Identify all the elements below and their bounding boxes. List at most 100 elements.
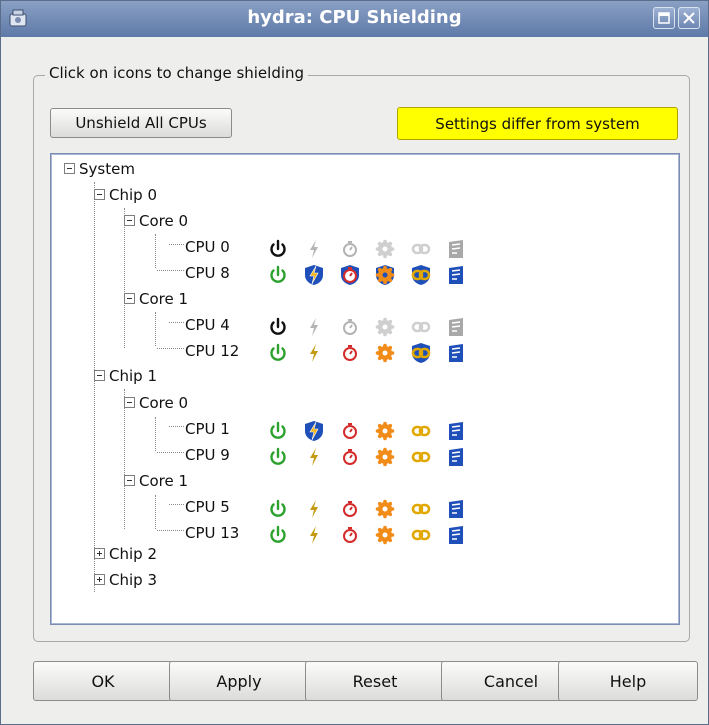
tree-connector — [157, 348, 184, 349]
help-button[interactable]: Help — [558, 661, 698, 701]
process-icon[interactable] — [374, 420, 396, 442]
unshield-all-cpus-button[interactable]: Unshield All CPUs — [50, 108, 232, 138]
local-timer-icon[interactable] — [445, 498, 467, 520]
system-expander[interactable] — [64, 163, 75, 174]
close-button[interactable] — [678, 7, 700, 29]
tree-node-chip-0-core-0[interactable]: Core 0 — [139, 210, 188, 232]
chip-1-core-0-expander[interactable] — [124, 397, 135, 408]
tree-node-chip-1[interactable]: Chip 1 — [109, 365, 157, 387]
tree-node-cpu-4[interactable]: CPU 4 — [185, 314, 230, 336]
timer-icon[interactable] — [339, 342, 361, 364]
tree-node-chip-0-core-1[interactable]: Core 1 — [139, 288, 188, 310]
link-icon[interactable] — [410, 316, 432, 338]
link-icon[interactable] — [410, 342, 432, 364]
tree-node-chip-0[interactable]: Chip 0 — [109, 184, 157, 206]
power-icon[interactable] — [267, 342, 289, 364]
process-icon[interactable] — [374, 524, 396, 546]
tree-node-cpu-1[interactable]: CPU 1 — [185, 418, 230, 440]
chip-1-core-1-expander[interactable] — [124, 475, 135, 486]
link-icon[interactable] — [410, 498, 432, 520]
timer-icon[interactable] — [339, 446, 361, 468]
status-badge: Settings differ from system — [397, 107, 678, 140]
ok-button[interactable]: OK — [33, 661, 173, 701]
tree-connector — [157, 530, 184, 531]
chip-3-expander[interactable] — [94, 574, 105, 585]
tree-connector — [155, 495, 156, 529]
tree-connector — [169, 426, 184, 427]
chip-2-expander[interactable] — [94, 548, 105, 559]
cpu-shielding-window: hydra: CPU Shielding Click on icons to c… — [0, 0, 709, 725]
local-timer-icon[interactable] — [445, 524, 467, 546]
chip-1-expander[interactable] — [94, 370, 105, 381]
power-icon[interactable] — [267, 316, 289, 338]
tree-node-cpu-13[interactable]: CPU 13 — [185, 522, 239, 544]
power-icon[interactable] — [267, 264, 289, 286]
tree-node-cpu-0[interactable]: CPU 0 — [185, 236, 230, 258]
timer-icon[interactable] — [339, 420, 361, 442]
local-timer-icon[interactable] — [445, 264, 467, 286]
timer-icon[interactable] — [339, 316, 361, 338]
link-icon[interactable] — [410, 420, 432, 442]
timer-icon[interactable] — [339, 238, 361, 260]
tree-node-cpu-9[interactable]: CPU 9 — [185, 444, 230, 466]
tree-node-cpu-5[interactable]: CPU 5 — [185, 496, 230, 518]
window-title: hydra: CPU Shielding — [247, 7, 462, 28]
tree-connector — [124, 389, 125, 529]
tree-connector — [124, 208, 125, 348]
tree-connector — [157, 270, 184, 271]
process-icon[interactable] — [374, 342, 396, 364]
process-icon[interactable] — [374, 316, 396, 338]
tree-node-chip-3[interactable]: Chip 3 — [109, 569, 157, 591]
link-icon[interactable] — [410, 446, 432, 468]
maximize-button[interactable] — [653, 7, 675, 29]
link-icon[interactable] — [410, 524, 432, 546]
interrupt-icon[interactable] — [303, 498, 325, 520]
link-icon[interactable] — [410, 264, 432, 286]
group-legend: Click on icons to change shielding — [45, 64, 309, 82]
interrupt-icon[interactable] — [303, 342, 325, 364]
process-icon[interactable] — [374, 498, 396, 520]
tree-connector — [169, 244, 184, 245]
cpu-tree[interactable]: System Chip 0 Core 0 CPU 0 CPU 8 Core 1 … — [50, 153, 680, 625]
interrupt-icon[interactable] — [303, 524, 325, 546]
local-timer-icon[interactable] — [445, 342, 467, 364]
tree-node-cpu-12[interactable]: CPU 12 — [185, 340, 239, 362]
tree-connector — [169, 322, 184, 323]
local-timer-icon[interactable] — [445, 420, 467, 442]
power-icon[interactable] — [267, 420, 289, 442]
reset-button[interactable]: Reset — [305, 661, 445, 701]
interrupt-icon[interactable] — [303, 420, 325, 442]
process-icon[interactable] — [374, 238, 396, 260]
tree-connector — [155, 417, 156, 451]
chip-0-expander[interactable] — [94, 189, 105, 200]
link-icon[interactable] — [410, 238, 432, 260]
apply-button[interactable]: Apply — [169, 661, 309, 701]
tree-node-chip-1-core-0[interactable]: Core 0 — [139, 392, 188, 414]
chip-0-core-0-expander[interactable] — [124, 215, 135, 226]
power-icon[interactable] — [267, 446, 289, 468]
timer-icon[interactable] — [339, 524, 361, 546]
tree-node-chip-1-core-1[interactable]: Core 1 — [139, 470, 188, 492]
title-bar[interactable]: hydra: CPU Shielding — [1, 1, 708, 37]
tree-connector — [155, 312, 156, 346]
interrupt-icon[interactable] — [303, 238, 325, 260]
tree-node-system[interactable]: System — [79, 158, 135, 180]
interrupt-icon[interactable] — [303, 316, 325, 338]
process-icon[interactable] — [374, 264, 396, 286]
tree-node-chip-2[interactable]: Chip 2 — [109, 543, 157, 565]
interrupt-icon[interactable] — [303, 446, 325, 468]
power-icon[interactable] — [267, 498, 289, 520]
timer-icon[interactable] — [339, 264, 361, 286]
local-timer-icon[interactable] — [445, 238, 467, 260]
process-icon[interactable] — [374, 446, 396, 468]
tree-connector — [157, 452, 184, 453]
local-timer-icon[interactable] — [445, 316, 467, 338]
local-timer-icon[interactable] — [445, 446, 467, 468]
timer-icon[interactable] — [339, 498, 361, 520]
chip-0-core-1-expander[interactable] — [124, 293, 135, 304]
tree-node-cpu-8[interactable]: CPU 8 — [185, 262, 230, 284]
power-icon[interactable] — [267, 238, 289, 260]
power-icon[interactable] — [267, 524, 289, 546]
interrupt-icon[interactable] — [303, 264, 325, 286]
tree-connector — [169, 504, 184, 505]
